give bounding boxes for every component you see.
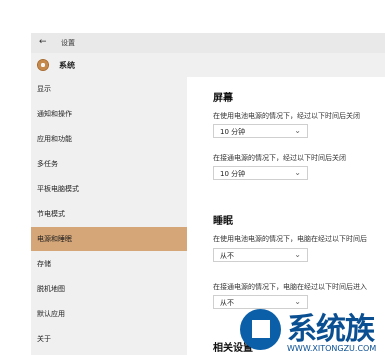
app-title: 设置 — [61, 39, 75, 47]
chevron-down-icon: ⌄ — [294, 250, 301, 259]
sleep-plugged-label: 在接通电源的情况下，电脑在经过以下时间后进入 — [213, 283, 367, 291]
sidebar-item-display[interactable]: 显示 — [31, 77, 187, 101]
sleep-battery-label: 在使用电池电源的情况下，电脑在经过以下时间后 — [213, 235, 367, 243]
sidebar-item-tablet-mode[interactable]: 平板电脑模式 — [31, 177, 187, 201]
screen-plugged-dropdown[interactable]: 10 分钟 ⌄ — [213, 166, 308, 180]
sidebar-item-offline-maps[interactable]: 脱机地图 — [31, 277, 187, 301]
sidebar: 显示 通知和操作 应用和功能 多任务 平板电脑模式 节电模式 电源和睡眠 存储 … — [31, 77, 187, 355]
screen-heading: 屏幕 — [213, 93, 233, 104]
sidebar-item-power-sleep[interactable]: 电源和睡眠 — [31, 227, 187, 251]
sidebar-item-notifications[interactable]: 通知和操作 — [31, 102, 187, 126]
sleep-battery-dropdown[interactable]: 从不 ⌄ — [213, 248, 308, 262]
chevron-down-icon: ⌄ — [294, 168, 301, 177]
sidebar-item-about[interactable]: 关于 — [31, 327, 187, 351]
page-title: 系统 — [59, 61, 75, 70]
brand-name: 系统族 — [287, 312, 375, 347]
screen-battery-label: 在使用电池电源的情况下，经过以下时间后关闭 — [213, 112, 360, 120]
back-arrow-icon[interactable]: ← — [39, 37, 47, 47]
brand-url: WWW.XITONGZU.COM — [287, 344, 377, 353]
sleep-heading: 睡眠 — [213, 216, 233, 227]
screen-battery-value: 10 分钟 — [220, 128, 246, 136]
windows-logo-icon — [240, 309, 281, 350]
sidebar-item-apps[interactable]: 应用和功能 — [31, 127, 187, 151]
sidebar-item-battery-saver[interactable]: 节电模式 — [31, 202, 187, 226]
page-header: 系统 — [31, 53, 385, 77]
windows-logo-mark — [252, 320, 270, 338]
sidebar-item-multitasking[interactable]: 多任务 — [31, 152, 187, 176]
site-watermark: 系统族 WWW.XITONGZU.COM — [224, 304, 385, 355]
title-bar: ← 设置 — [31, 33, 385, 53]
screen-plugged-value: 10 分钟 — [220, 170, 246, 178]
gear-icon — [37, 59, 49, 71]
chevron-down-icon: ⌄ — [294, 126, 301, 135]
screen-battery-dropdown[interactable]: 10 分钟 ⌄ — [213, 124, 308, 138]
screen-plugged-label: 在接通电源的情况下，经过以下时间后关闭 — [213, 154, 346, 162]
sidebar-item-storage[interactable]: 存储 — [31, 252, 187, 276]
sleep-battery-value: 从不 — [220, 252, 234, 260]
sidebar-item-default-apps[interactable]: 默认应用 — [31, 302, 187, 326]
